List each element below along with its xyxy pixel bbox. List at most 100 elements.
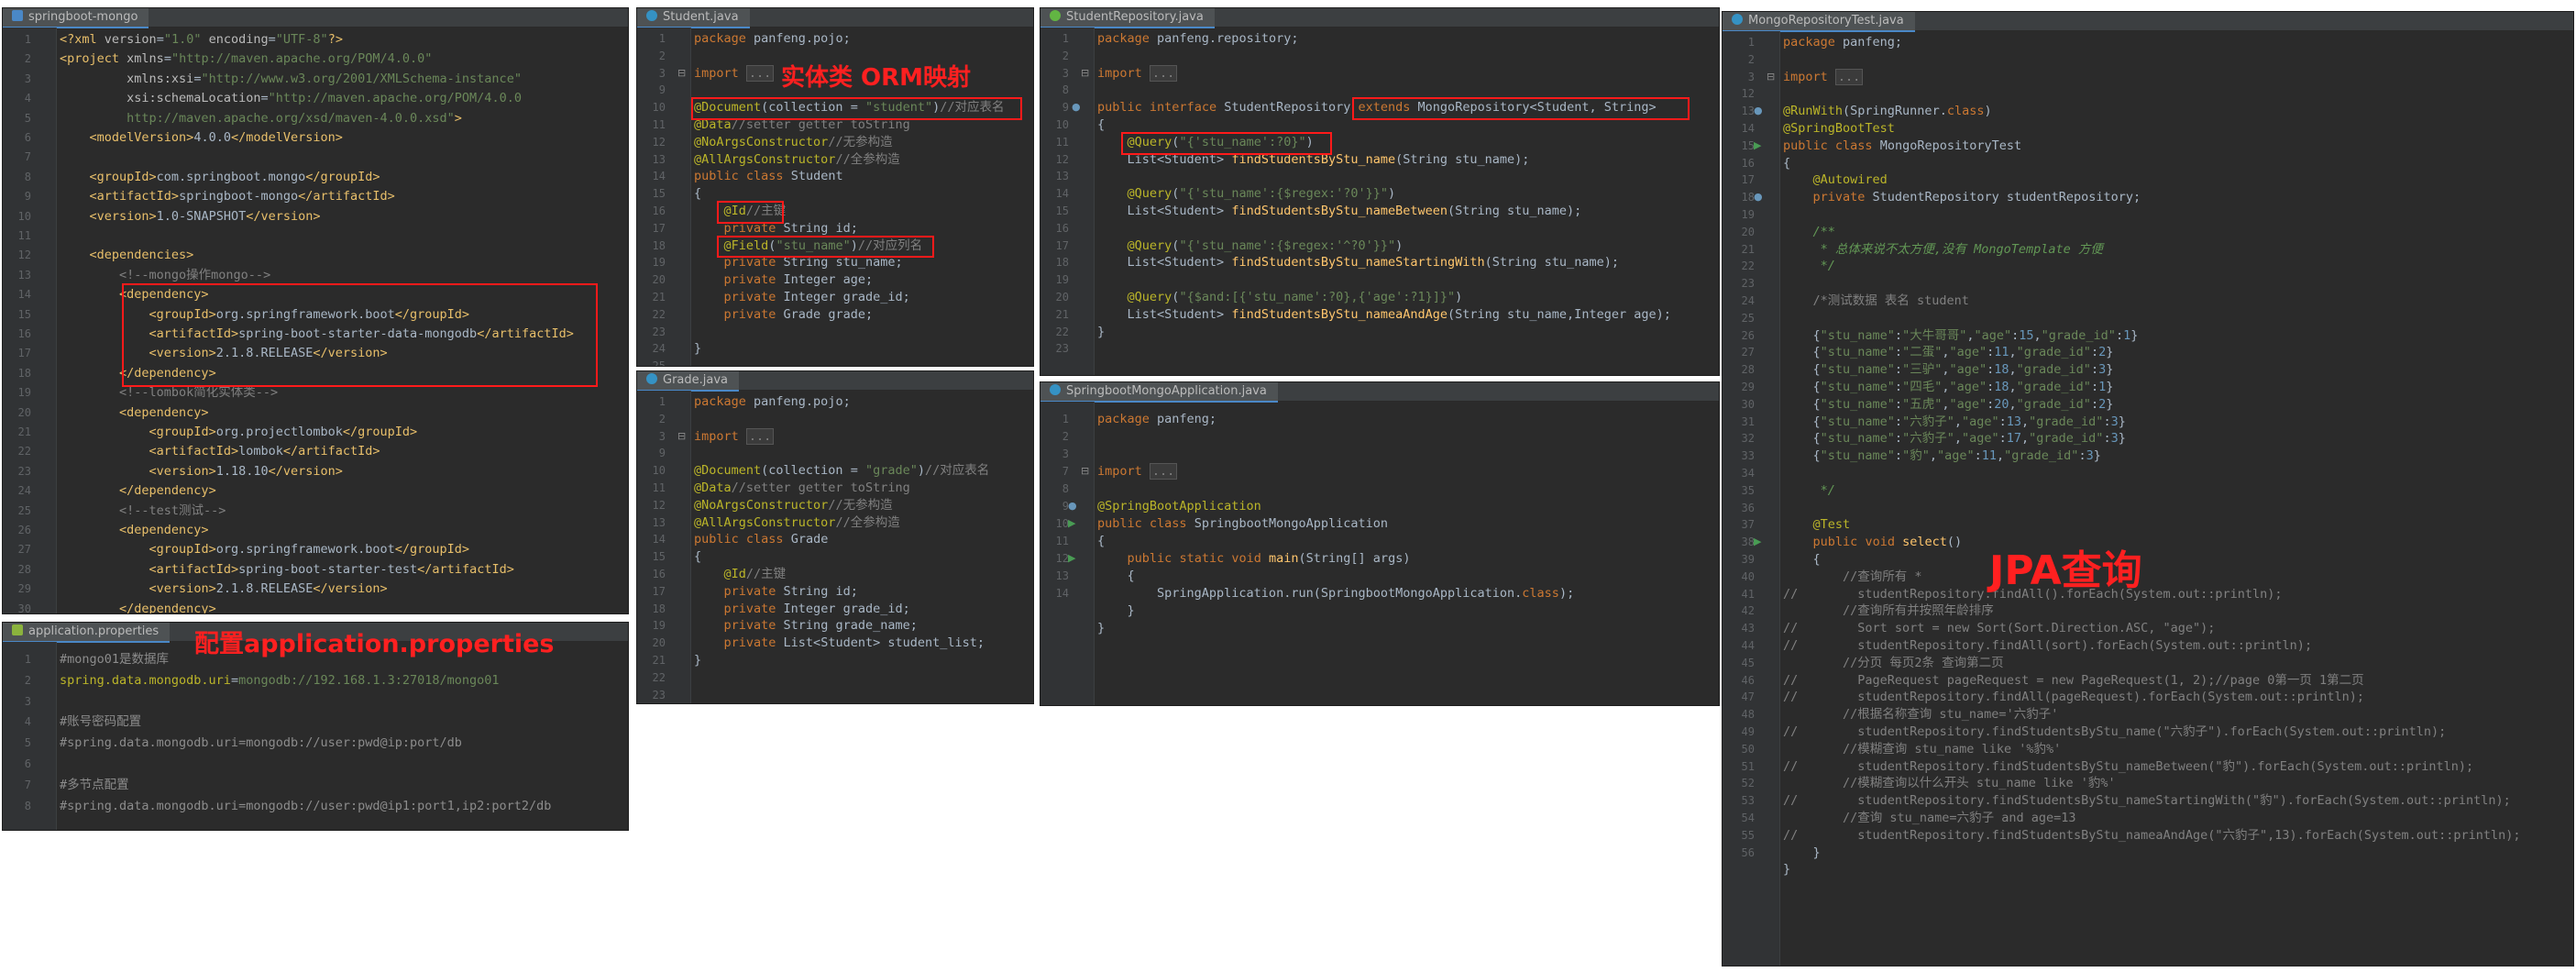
implementation-marker-icon[interactable]: ● bbox=[1072, 101, 1081, 113]
run-test-icon[interactable]: ▶ bbox=[1754, 139, 1761, 151]
line-number: 12 bbox=[1055, 552, 1069, 565]
implementation-marker-icon[interactable]: ● bbox=[1754, 105, 1763, 116]
line-number: 16 bbox=[652, 204, 666, 217]
code-line: public class MongoRepositoryTest bbox=[1783, 138, 2022, 153]
code-line: @AllArgsConstructor//全参构造 bbox=[694, 151, 900, 167]
line-number: 53 bbox=[1741, 794, 1755, 808]
line-number: 56 bbox=[1741, 845, 1755, 859]
code-line: private List<Student> student_list; bbox=[723, 635, 985, 651]
grade-tab[interactable]: Grade.java bbox=[637, 371, 740, 392]
line-number: 1 bbox=[1747, 36, 1755, 49]
line-number: 21 bbox=[1741, 242, 1755, 256]
line-number: 22 bbox=[17, 445, 31, 458]
line-number: 19 bbox=[1055, 273, 1069, 287]
java-class-icon bbox=[646, 373, 657, 384]
line-number: 11 bbox=[652, 481, 666, 494]
student-tab[interactable]: Student.java bbox=[637, 8, 750, 28]
code-line: SpringApplication.run(SpringbootMongoApp… bbox=[1097, 586, 1575, 601]
line-number: 20 bbox=[1055, 291, 1069, 304]
line-number: 28 bbox=[17, 562, 31, 576]
line-number: 23 bbox=[652, 688, 666, 701]
implementation-marker-icon[interactable]: ● bbox=[1754, 191, 1763, 203]
implementation-marker-icon[interactable]: ● bbox=[1068, 500, 1077, 512]
application-editor-panel: SpringbootMongoApplication.java 1 2 3 7 8 9 10… bbox=[1040, 381, 1720, 706]
line-number: 13 bbox=[1055, 170, 1069, 183]
line-number: 15 bbox=[652, 187, 666, 201]
repository-tab[interactable]: StudentRepository.java bbox=[1040, 8, 1215, 28]
code-line: /** bbox=[1783, 224, 1835, 239]
run-test-icon[interactable]: ▶ bbox=[1068, 552, 1075, 564]
code-line: //查询所有 * bbox=[1843, 569, 1922, 584]
line-number: 3 bbox=[24, 72, 31, 85]
code-line: xmlns:xsi="http://www.w3.org/2001/XMLSch… bbox=[127, 71, 522, 86]
java-class-icon bbox=[646, 10, 657, 21]
properties-code-area[interactable]: #mongo01是数据库 spring.data.mongodb.uri=mong… bbox=[60, 642, 628, 830]
fold-marker-icon[interactable]: ⊟ bbox=[1767, 71, 1775, 83]
line-number: 13 bbox=[17, 268, 31, 282]
run-test-icon[interactable]: ▶ bbox=[1068, 517, 1075, 529]
code-line: public static void main(String[] args) bbox=[1127, 551, 1411, 566]
line-number: 13 bbox=[1741, 105, 1755, 118]
code-line: {"stu_name":"三驴","age":18,"grade_id":3} bbox=[1783, 362, 2114, 378]
properties-file-icon bbox=[12, 624, 23, 635]
fold-marker-icon[interactable]: ⊟ bbox=[677, 430, 686, 442]
code-line: {"stu_name":"五虎","age":20,"grade_id":2} bbox=[1783, 396, 2114, 412]
code-line: {"stu_name":"六豹子","age":17,"grade_id":3} bbox=[1783, 431, 2126, 447]
code-line: #mongo01是数据库 bbox=[60, 652, 170, 667]
code-line: package panfeng.pojo; bbox=[694, 394, 851, 409]
code-line: private Grade grade; bbox=[723, 306, 874, 322]
line-number: 11 bbox=[652, 118, 666, 131]
pom-tab[interactable]: springboot-mongo bbox=[3, 8, 149, 28]
code-line: // PageRequest pageRequest = new PageReq… bbox=[1783, 672, 2364, 688]
code-line: @NoArgsConstructor//无参构造 bbox=[694, 497, 893, 513]
line-number: 7 bbox=[24, 778, 31, 791]
line-number: 22 bbox=[652, 670, 666, 684]
line-number: 33 bbox=[1741, 449, 1755, 463]
code-line: private String id; bbox=[723, 220, 858, 236]
application-tab-bar: SpringbootMongoApplication.java bbox=[1040, 382, 1719, 403]
code-line: package panfeng.pojo; bbox=[694, 31, 851, 46]
fold-marker-icon[interactable]: ⊟ bbox=[1081, 465, 1089, 477]
repository-gutter: 1 2 3 8 9 10 11 12 13 14 15 16 17 18 19 20 21 22 23 ⊟ ● bbox=[1040, 28, 1095, 375]
line-number: 48 bbox=[1741, 708, 1755, 722]
line-number: 23 bbox=[1055, 342, 1069, 356]
line-number: 14 bbox=[652, 533, 666, 547]
line-number: 12 bbox=[17, 249, 31, 262]
pom-gutter: 1 2 3 4 5 6 7 8 9 10 11 12 13 14 15 16 17 18 19 20 21 22 23 24 2… bbox=[3, 28, 57, 613]
line-number: 25 bbox=[17, 503, 31, 517]
pom-code-area[interactable]: <?xml version="1.0" encoding="UTF-8"?> <p… bbox=[60, 28, 628, 613]
line-number: 10 bbox=[652, 101, 666, 115]
line-number: 14 bbox=[1741, 122, 1755, 135]
grade-code-area[interactable]: package panfeng.pojo; import ... @Document… bbox=[694, 391, 1033, 703]
application-tab[interactable]: SpringbootMongoApplication.java bbox=[1040, 382, 1278, 403]
run-test-icon[interactable]: ▶ bbox=[1754, 536, 1761, 547]
grade-tab-bar: Grade.java bbox=[637, 371, 1033, 392]
fold-marker-icon[interactable]: ⊟ bbox=[677, 67, 686, 79]
repository-code-area[interactable]: package panfeng.repository; import ... pub… bbox=[1097, 28, 1719, 375]
code-line: // studentRepository.findStudentsByStu_n… bbox=[1783, 758, 2474, 774]
line-number: 7 bbox=[1062, 465, 1069, 478]
line-number: 2 bbox=[24, 52, 31, 66]
code-line: {"stu_name":"豹","age":11,"grade_id":3} bbox=[1783, 448, 2101, 464]
line-number: 40 bbox=[1741, 569, 1755, 583]
fold-marker-icon[interactable]: ⊟ bbox=[1081, 67, 1089, 79]
line-number: 1 bbox=[658, 32, 666, 45]
test-overlay-label: JPA查询 bbox=[1989, 547, 2142, 594]
line-number: 9 bbox=[1062, 500, 1069, 513]
repository-editor-panel: StudentRepository.java 1 2 3 8 9 10 11 12 13 14 15… bbox=[1040, 7, 1720, 376]
line-number: 55 bbox=[1741, 828, 1755, 842]
test-tab[interactable]: MongoRepositoryTest.java bbox=[1723, 12, 1915, 32]
code-line: <version>2.1.8.RELEASE</version> bbox=[149, 581, 388, 597]
code-line: <version>1.0-SNAPSHOT</version> bbox=[89, 208, 321, 224]
test-code-area[interactable]: package panfeng; import ... @RunWith(Sprin… bbox=[1783, 31, 2573, 966]
code-line: <dependency> bbox=[119, 404, 209, 420]
code-line: <!--test测试--> bbox=[60, 503, 226, 518]
code-line: { bbox=[1783, 155, 1791, 171]
line-number: 46 bbox=[1741, 673, 1755, 687]
code-line: <modelVersion>4.0.0</modelVersion> bbox=[89, 130, 343, 145]
code-line: { bbox=[1097, 534, 1106, 548]
application-code-area[interactable]: package panfeng; import ... @SpringBootApp… bbox=[1097, 402, 1719, 705]
java-class-icon bbox=[1732, 14, 1743, 25]
code-line: } bbox=[1783, 862, 1791, 878]
properties-tab[interactable]: application.properties bbox=[3, 623, 171, 643]
